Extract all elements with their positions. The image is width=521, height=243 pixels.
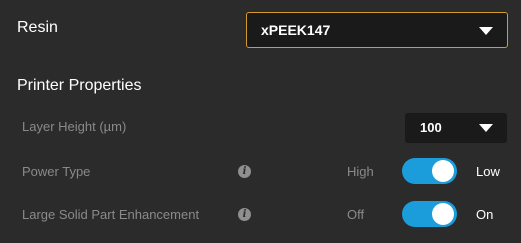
chevron-down-icon <box>479 124 493 132</box>
info-icon[interactable]: i <box>238 165 251 178</box>
power-type-off-label: High <box>347 164 374 179</box>
resin-selected-value: xPEEK147 <box>261 22 331 38</box>
layer-height-selected-value: 100 <box>420 120 442 135</box>
large-solid-part-label: Large Solid Part Enhancement <box>22 207 200 222</box>
resin-dropdown[interactable]: xPEEK147 <box>246 12 508 48</box>
power-type-on-label: Low <box>476 164 500 179</box>
large-solid-part-off-label: Off <box>347 207 365 222</box>
layer-height-label: Layer Height (µm) <box>22 119 127 134</box>
info-icon[interactable]: i <box>238 208 251 221</box>
resin-settings-panel: Resin xPEEK147 Printer Properties Layer … <box>0 0 521 243</box>
chevron-down-icon <box>479 27 493 35</box>
layer-height-dropdown[interactable]: 100 <box>405 113 507 143</box>
toggle-knob <box>432 203 454 225</box>
large-solid-part-toggle[interactable] <box>402 201 457 227</box>
power-type-toggle[interactable] <box>402 158 457 184</box>
power-type-label: Power Type <box>22 164 91 179</box>
resin-label: Resin <box>17 19 58 36</box>
printer-properties-title: Printer Properties <box>17 77 142 94</box>
toggle-knob <box>432 160 454 182</box>
large-solid-part-on-label: On <box>476 207 494 222</box>
